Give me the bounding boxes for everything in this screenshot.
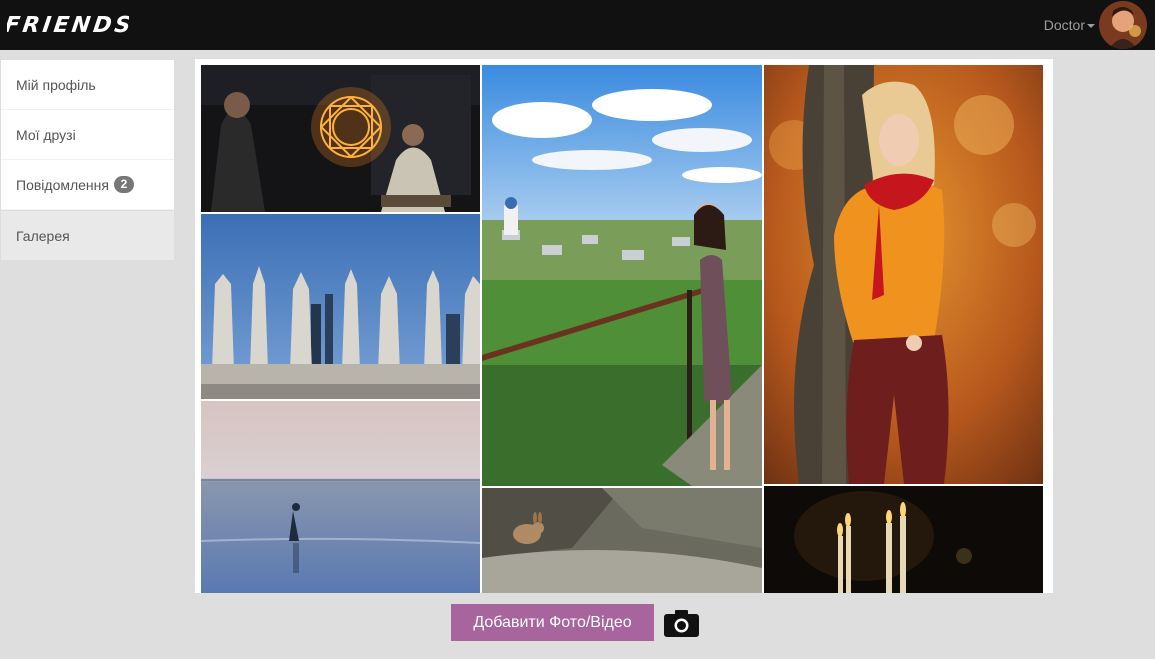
caret-down-icon[interactable] — [1087, 24, 1095, 28]
sidebar-item-label: Повідомлення — [16, 176, 109, 193]
sidebar-item-profile[interactable]: Мій профіль — [1, 60, 174, 110]
sidebar-item-label: Мої друзі — [16, 126, 76, 143]
unread-count-badge: 2 — [113, 176, 134, 193]
sidebar-item-label: Галерея — [16, 227, 70, 244]
svg-text:FRIENDS: FRIENDS — [7, 12, 129, 38]
sidebar-menu: Мій профіль Мої друзі Повідомлення 2 Гал… — [0, 59, 175, 261]
gallery-photo-candles[interactable] — [764, 486, 1043, 593]
username[interactable]: Doctor — [1044, 17, 1085, 33]
sidebar-item-gallery[interactable]: Галерея — [1, 210, 174, 260]
camera-icon[interactable] — [664, 609, 699, 637]
add-photo-video-button[interactable]: Добавити Фото/Відео — [451, 604, 654, 641]
sidebar-item-messages[interactable]: Повідомлення 2 — [1, 160, 174, 210]
sidebar-item-label: Мій профіль — [16, 76, 96, 93]
user-menu[interactable]: Doctor — [1044, 0, 1147, 50]
gallery-photo-rabbit[interactable] — [482, 488, 762, 593]
gallery-photo-magic-circle[interactable] — [201, 65, 480, 212]
gallery-photo-sea-walker[interactable] — [201, 401, 480, 593]
brand-logo[interactable]: FRIENDS — [7, 9, 129, 39]
gallery-photo-woman-on-hill[interactable] — [482, 65, 762, 486]
top-navbar: FRIENDS Doctor — [0, 0, 1155, 50]
gallery-photo-autumn-woman[interactable] — [764, 65, 1043, 484]
sidebar-item-friends[interactable]: Мої друзі — [1, 110, 174, 160]
photo-gallery — [195, 59, 1053, 593]
avatar[interactable] — [1099, 1, 1147, 49]
gallery-photo-city-spires[interactable] — [201, 214, 480, 399]
